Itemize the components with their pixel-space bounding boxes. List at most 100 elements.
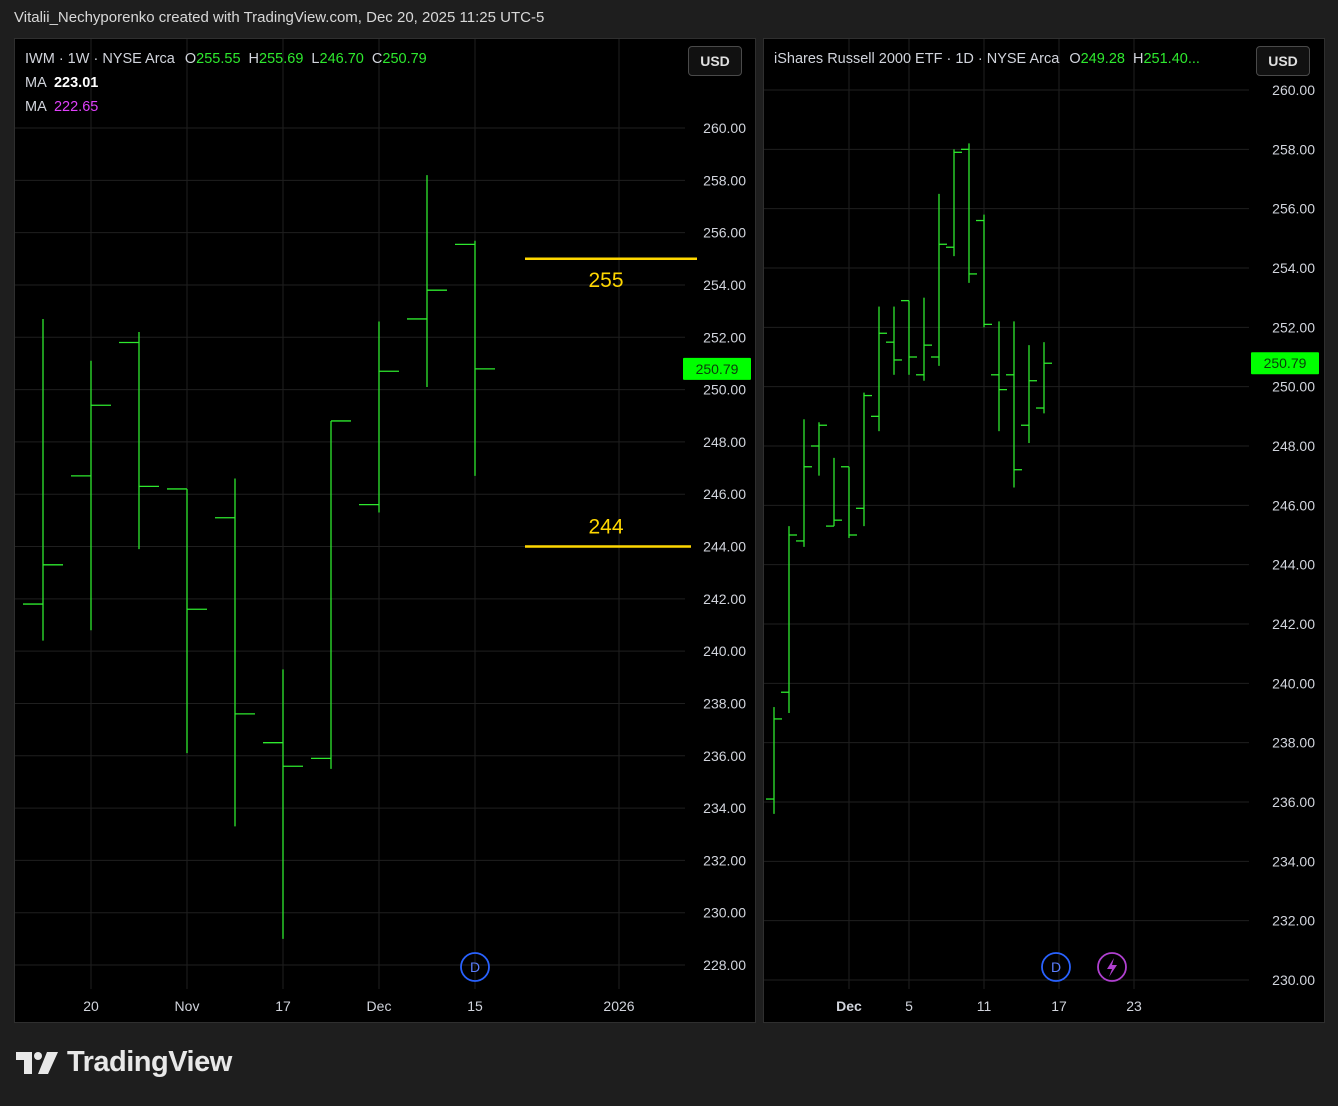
- weekly-chart-panel[interactable]: 228.00 230.00 232.00 234.00 236.00 238.00 240.…: [14, 38, 756, 1023]
- ma-2-label: MA: [25, 99, 46, 115]
- ohlc-bar: [119, 332, 159, 550]
- x-tick-label: 17: [1051, 998, 1067, 1014]
- chart-attribution: Vitalii_Nechyporenko created with Tradin…: [14, 9, 545, 26]
- ohlc-bar: [71, 360, 111, 631]
- x-tick-label: 2026: [603, 998, 634, 1014]
- x-tick-label: Dec: [367, 998, 392, 1014]
- currency-button[interactable]: USD: [1256, 46, 1310, 76]
- y-tick-label: 258.00: [703, 172, 746, 188]
- y-tick-label: 256.00: [1272, 201, 1315, 217]
- y-tick-label: 244.00: [1272, 557, 1315, 573]
- x-tick-label: Nov: [175, 998, 200, 1014]
- y-tick-label: 230.00: [1272, 972, 1315, 988]
- ohlc-bar: [841, 466, 857, 538]
- y-tick-label: 254.00: [1272, 260, 1315, 276]
- daily-legend-high: 251.40...: [1143, 51, 1200, 67]
- tradingview-logo-icon: [16, 1051, 58, 1074]
- y-tick-label: 246.00: [1272, 497, 1315, 513]
- ma-legend-2[interactable]: MA 222.65: [25, 95, 98, 119]
- ohlc-bar: [931, 193, 947, 366]
- x-tick-label: 15: [467, 998, 483, 1014]
- weekly-legend-high: 255.69: [259, 51, 304, 67]
- weekly-legend-open: 255.55: [196, 51, 241, 67]
- ohlc-bar: [23, 318, 63, 641]
- dividend-event-label: D: [1051, 959, 1061, 975]
- weekly-legend-high-label: H: [248, 51, 260, 67]
- x-tick-label: 17: [275, 998, 291, 1014]
- ohlc-bar: [976, 214, 992, 328]
- ma-1-value: 223.01: [53, 75, 99, 91]
- weekly-legend-low: 246.70: [319, 51, 364, 67]
- y-tick-label: 236.00: [703, 748, 746, 764]
- y-tick-label: 242.00: [703, 591, 746, 607]
- y-tick-label: 232.00: [1272, 913, 1315, 929]
- x-tick-label: 23: [1126, 998, 1142, 1014]
- ohlc-bar: [766, 707, 782, 814]
- price-level-label: 244: [588, 516, 623, 539]
- ma-2-value: 222.65: [53, 99, 99, 115]
- ohlc-bar: [826, 457, 842, 527]
- y-tick-label: 260.00: [703, 120, 746, 136]
- weekly-legend-close-label: C: [371, 51, 383, 67]
- ohlc-bar: [215, 478, 255, 827]
- y-tick-label: 250.00: [1272, 379, 1315, 395]
- ohlc-bar: [1036, 342, 1052, 414]
- weekly-legend-symbol: IWM · 1W · NYSE Arca: [25, 51, 175, 67]
- ohlc-bar: [1006, 321, 1022, 488]
- weekly-legend-close: 250.79: [382, 51, 427, 67]
- y-tick-label: 254.00: [703, 277, 746, 293]
- y-tick-label: 230.00: [703, 905, 746, 921]
- ohlc-bar: [946, 149, 962, 257]
- ohlc-bar: [811, 422, 827, 476]
- currency-button[interactable]: USD: [688, 46, 742, 76]
- ohlc-bar: [991, 321, 1007, 432]
- ohlc-bar: [359, 321, 399, 513]
- ohlc-bar: [961, 143, 977, 283]
- x-tick-label: 5: [905, 998, 913, 1014]
- daily-legend-high-label: H: [1132, 51, 1144, 67]
- daily-chart-canvas[interactable]: 230.00 232.00 234.00 236.00 238.00 240.00 242.…: [764, 39, 1326, 1024]
- y-tick-label: 236.00: [1272, 794, 1315, 810]
- daily-chart-panel[interactable]: 230.00 232.00 234.00 236.00 238.00 240.00 242.…: [763, 38, 1325, 1023]
- bolt-icon: [1107, 958, 1117, 977]
- ohlc-bar: [311, 420, 351, 769]
- ohlc-bar: [856, 392, 872, 527]
- y-tick-label: 228.00: [703, 957, 746, 973]
- y-tick-label: 242.00: [1272, 616, 1315, 632]
- tradingview-logo: TradingView: [16, 1046, 232, 1079]
- ohlc-bar: [167, 488, 207, 754]
- daily-legend-symbol: iShares Russell 2000 ETF · 1D · NYSE Arc…: [774, 51, 1060, 67]
- y-tick-label: 256.00: [703, 225, 746, 241]
- ohlc-bar: [886, 306, 902, 375]
- ohlc-bar: [916, 297, 932, 381]
- weekly-chart-canvas[interactable]: 228.00 230.00 232.00 234.00 236.00 238.00 240.…: [15, 39, 757, 1024]
- ohlc-bar: [871, 306, 887, 432]
- y-tick-label: 252.00: [703, 329, 746, 345]
- weekly-legend-low-label: L: [311, 51, 320, 67]
- tradingview-logo-text: TradingView: [67, 1046, 232, 1078]
- ma-1-label: MA: [25, 75, 46, 91]
- y-tick-label: 232.00: [703, 852, 746, 868]
- last-price-label: 250.79: [696, 361, 739, 377]
- y-tick-label: 238.00: [703, 695, 746, 711]
- ma-legend-1[interactable]: MA 223.01: [25, 71, 98, 95]
- y-tick-label: 240.00: [703, 643, 746, 659]
- ohlc-bar: [455, 240, 495, 476]
- y-tick-label: 248.00: [1272, 438, 1315, 454]
- y-tick-label: 260.00: [1272, 82, 1315, 98]
- daily-legend: iShares Russell 2000 ETF · 1D · NYSE Arc…: [774, 47, 1200, 71]
- y-tick-label: 234.00: [1272, 853, 1315, 869]
- daily-legend-open: 249.28: [1080, 51, 1125, 67]
- y-tick-label: 258.00: [1272, 141, 1315, 157]
- y-tick-label: 248.00: [703, 434, 746, 450]
- y-tick-label: 240.00: [1272, 675, 1315, 691]
- price-level-label: 255: [588, 269, 623, 292]
- y-tick-label: 238.00: [1272, 735, 1315, 751]
- ohlc-bar: [407, 175, 447, 387]
- last-price-label: 250.79: [1264, 355, 1307, 371]
- y-tick-label: 250.00: [703, 382, 746, 398]
- y-tick-label: 234.00: [703, 800, 746, 816]
- dividend-event-label: D: [470, 959, 480, 975]
- daily-legend-open-label: O: [1069, 51, 1081, 67]
- weekly-legend: IWM · 1W · NYSE Arca O255.55 H255.69 L24…: [25, 47, 427, 71]
